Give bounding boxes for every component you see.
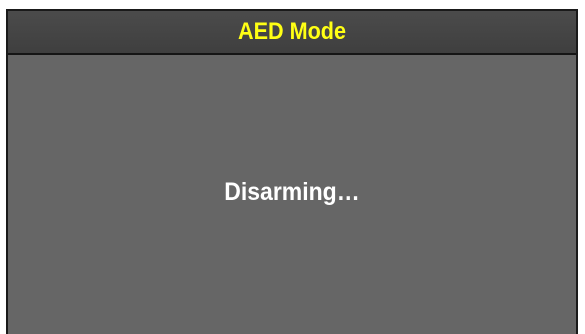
- status-message: Disarming…: [224, 178, 360, 206]
- aed-screen: AED Mode Disarming…: [6, 9, 578, 334]
- title-bar: AED Mode: [8, 11, 576, 55]
- status-area: Disarming…: [8, 55, 576, 334]
- mode-title: AED Mode: [238, 18, 346, 45]
